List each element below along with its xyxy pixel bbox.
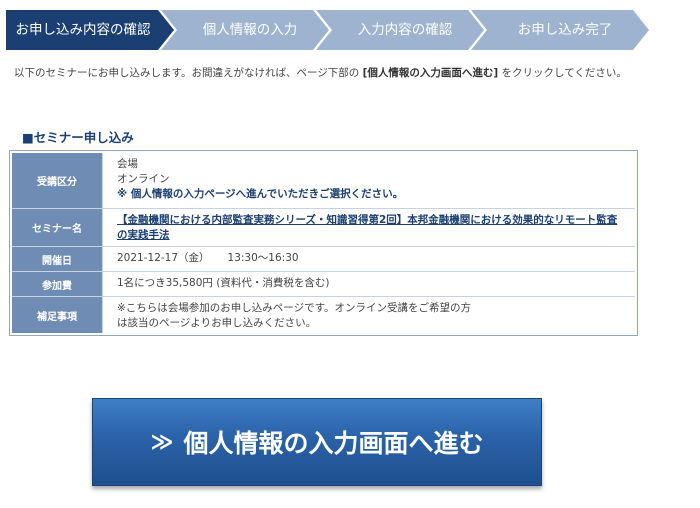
table-row-attendance: 受講区分 会場 オンライン ※ 個人情報の入力ページへ進んでいただきご選択くださ… xyxy=(12,153,635,209)
section-title: ■セミナー申し込み xyxy=(22,130,134,145)
date-day: 2021-12-17（金） xyxy=(117,252,210,264)
intro-text: 以下のセミナーにお申し込みします。お間違えがなければ、ページ下部の [個人情報の… xyxy=(14,66,686,81)
progress-steps: お申し込み内容の確認 個人情報の入力 入力内容の確認 お申し込み完了 xyxy=(6,10,649,50)
date-value: 2021-12-17（金） 13:30～16:30 xyxy=(103,247,635,271)
fee-value: 1名につき35,580円 (資料代・消費税を含む) xyxy=(117,277,330,289)
seminar-value: 【金融機関における内部監査実務シリーズ・知識習得第2回】本邦金融機関における効果… xyxy=(103,209,635,246)
date-time: 13:30～16:30 xyxy=(227,252,299,264)
attendance-note: ※ 個人情報の入力ページへ進んでいただきご選択ください。 xyxy=(117,188,404,200)
intro-bold: [個人情報の入力画面へ進む] xyxy=(362,67,499,79)
step-confirm-input: 入力内容の確認 xyxy=(316,10,484,50)
proceed-to-personal-info-button[interactable]: ≫ 個人情報の入力画面へ進む xyxy=(92,398,542,486)
notes-value: ※こちらは会場参加のお申し込みページです。オンライン受講をご希望の方 は該当のペ… xyxy=(103,297,635,333)
step-confirm-application: お申し込み内容の確認 xyxy=(6,10,174,50)
table-row-seminar: セミナー名 【金融機関における内部監査実務シリーズ・知識習得第2回】本邦金融機関… xyxy=(12,209,635,247)
intro-before: 以下のセミナーにお申し込みします。お間違えがなければ、ページ下部の xyxy=(14,67,360,79)
attendance-label: 受講区分 xyxy=(12,153,103,208)
notes-line1: ※こちらは会場参加のお申し込みページです。オンライン受講をご希望の方 xyxy=(117,302,472,314)
notes-label: 補足事項 xyxy=(12,297,103,333)
table-row-fee: 参加費 1名につき35,580円 (資料代・消費税を含む) xyxy=(12,272,635,297)
attendance-option-venue: 会場 xyxy=(117,158,138,170)
table-row-date: 開催日 2021-12-17（金） 13:30～16:30 xyxy=(12,247,635,272)
step-complete: お申し込み完了 xyxy=(471,10,649,50)
seminar-label: セミナー名 xyxy=(12,209,103,246)
attendance-value: 会場 オンライン ※ 個人情報の入力ページへ進んでいただきご選択ください。 xyxy=(103,153,635,208)
fee-label: 参加費 xyxy=(12,272,103,296)
step-personal-info: 個人情報の入力 xyxy=(161,10,329,50)
proceed-button-label: 個人情報の入力画面へ進む xyxy=(183,429,484,458)
table-row-notes: 補足事項 ※こちらは会場参加のお申し込みページです。オンライン受講をご希望の方 … xyxy=(12,297,635,333)
attendance-option-online: オンライン xyxy=(117,173,170,185)
seminar-title-link[interactable]: 【金融機関における内部監査実務シリーズ・知識習得第2回】本邦金融機関における効果… xyxy=(117,214,617,241)
seminar-table: 受講区分 会場 オンライン ※ 個人情報の入力ページへ進んでいただきご選択くださ… xyxy=(9,150,638,336)
notes-line2: は該当のページよりお申し込みください。 xyxy=(117,317,317,329)
date-label: 開催日 xyxy=(12,247,103,271)
double-chevron-right-icon: ≫ xyxy=(150,429,174,455)
intro-after: をクリックしてください。 xyxy=(501,67,627,79)
